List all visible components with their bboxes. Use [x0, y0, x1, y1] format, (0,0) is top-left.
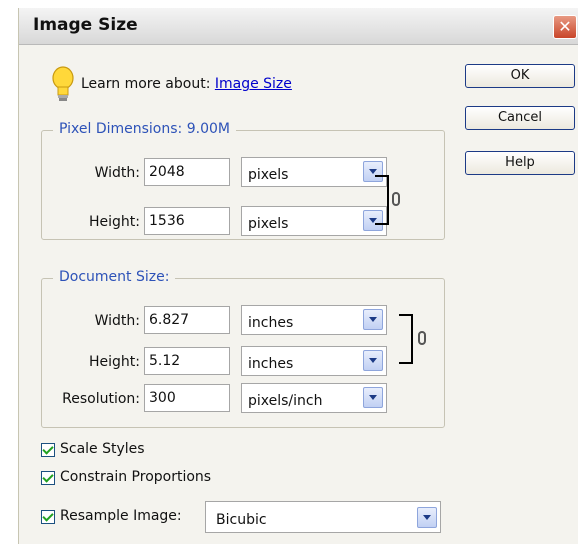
doc-width-unit-value: inches: [248, 315, 294, 331]
learn-more-link[interactable]: Image Size: [215, 76, 292, 92]
pixel-height-label: Height:: [89, 214, 140, 230]
constrain-bracket: [375, 175, 389, 225]
resample-method-select[interactable]: Bicubic: [205, 501, 441, 533]
resolution-unit-value: pixels/inch: [248, 393, 323, 409]
title-bar[interactable]: Image Size ✕: [19, 8, 578, 45]
close-button[interactable]: ✕: [553, 15, 577, 39]
pixel-width-unit-select[interactable]: pixels: [241, 157, 387, 187]
constrain-proportions-label: Constrain Proportions: [60, 469, 212, 485]
constrain-proportions-checkbox[interactable]: [41, 471, 55, 485]
chevron-down-icon[interactable]: [363, 309, 383, 330]
chevron-down-icon[interactable]: [417, 507, 437, 528]
cancel-button[interactable]: Cancel: [465, 106, 575, 130]
doc-height-label: Height:: [89, 354, 140, 370]
doc-width-unit-select[interactable]: inches: [241, 305, 387, 335]
constrain-bracket: [399, 314, 413, 364]
resolution-input[interactable]: 300: [144, 384, 230, 412]
resample-method-value: Bicubic: [216, 512, 267, 528]
ok-button[interactable]: OK: [465, 64, 575, 88]
image-size-dialog: Image Size ✕ Learn more about: Image Siz…: [18, 8, 578, 544]
doc-width-label: Width:: [94, 313, 140, 329]
pixel-width-input[interactable]: 2048: [144, 158, 230, 186]
chevron-down-icon[interactable]: [363, 350, 383, 371]
doc-width-input[interactable]: 6.827: [144, 306, 230, 334]
link-chain-icon: [418, 331, 426, 345]
resolution-label: Resolution:: [62, 391, 140, 407]
scale-styles-checkbox[interactable]: [41, 443, 55, 457]
dialog-title: Image Size: [33, 15, 138, 35]
pixel-height-unit-value: pixels: [248, 216, 289, 232]
pixel-dimensions-legend: Pixel Dimensions: 9.00M: [53, 121, 236, 137]
help-button[interactable]: Help: [465, 151, 575, 175]
document-size-legend: Document Size:: [53, 269, 176, 285]
pixel-height-unit-select[interactable]: pixels: [241, 206, 387, 236]
link-chain-icon: [392, 192, 400, 206]
pixel-width-unit-value: pixels: [248, 167, 289, 183]
doc-height-unit-select[interactable]: inches: [241, 346, 387, 376]
scale-styles-label: Scale Styles: [60, 441, 145, 457]
doc-height-input[interactable]: 5.12: [144, 347, 230, 375]
doc-height-unit-value: inches: [248, 356, 294, 372]
pixel-width-label: Width:: [94, 165, 140, 181]
close-icon: ✕: [558, 17, 572, 36]
lightbulb-icon: [52, 66, 74, 101]
resample-image-checkbox[interactable]: [41, 510, 55, 524]
resample-image-label: Resample Image:: [60, 508, 182, 524]
resolution-unit-select[interactable]: pixels/inch: [241, 383, 387, 413]
chevron-down-icon[interactable]: [363, 387, 383, 408]
learn-more-text: Learn more about: Image Size: [81, 76, 292, 92]
learn-more-label: Learn more about:: [81, 76, 215, 92]
pixel-height-input[interactable]: 1536: [144, 207, 230, 235]
